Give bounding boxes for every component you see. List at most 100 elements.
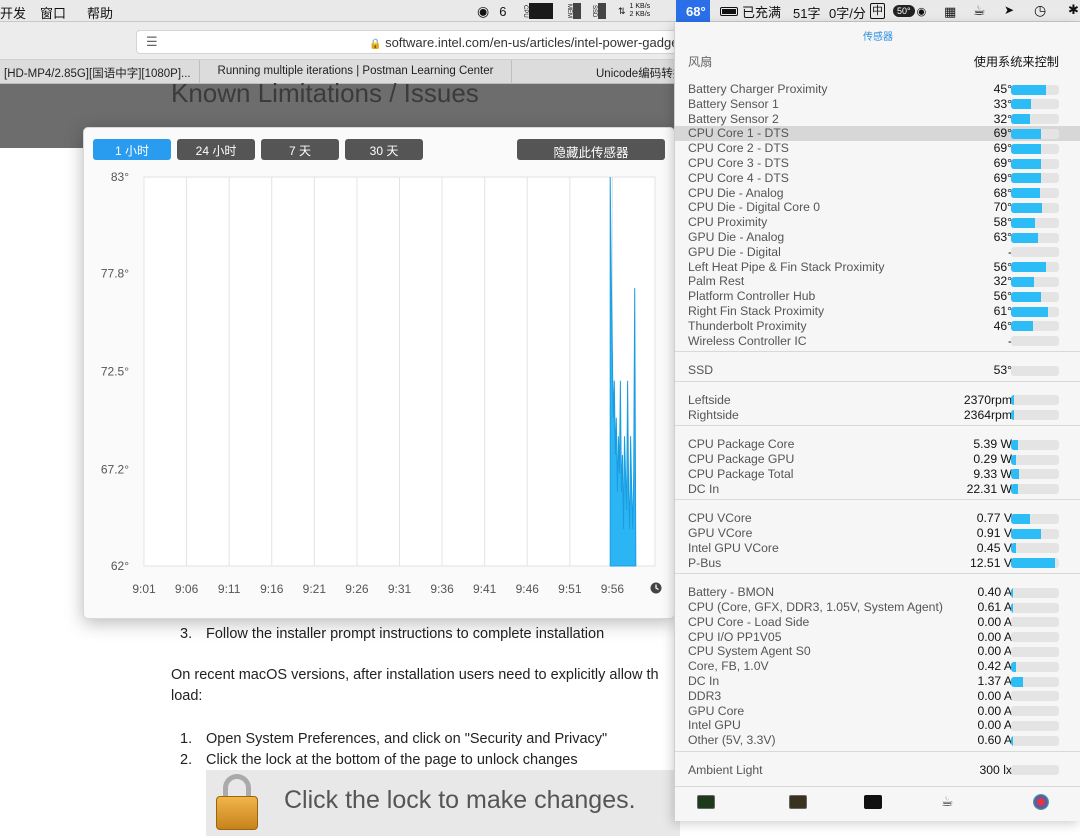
sensor-row-core-fb-1-0v[interactable]: Core, FB, 1.0V 0.42 A xyxy=(675,659,1080,674)
browser-toolbar: ☰ 🔒 software.intel.com/en-us/articles/in… xyxy=(0,22,680,60)
grid-icon[interactable]: ▦ xyxy=(944,4,956,20)
range-24h-button[interactable]: 24 小时 xyxy=(177,139,255,160)
sensor-name: DC In xyxy=(688,481,720,496)
coffee-dock-icon[interactable]: ☕ xyxy=(941,793,954,810)
sensor-row-cpu-i-o-pp1v05[interactable]: CPU I/O PP1V05 0.00 A xyxy=(675,630,1080,645)
sensor-row-gpu-die-digital[interactable]: GPU Die - Digital - xyxy=(675,245,1080,260)
section-divider xyxy=(675,751,1080,752)
hide-sensor-button[interactable]: 隐藏此传感器 xyxy=(517,139,665,160)
sensor-level-fill xyxy=(1011,543,1016,554)
pill-status[interactable]: 50° ◉ xyxy=(893,0,926,22)
sensor-row-leftside[interactable]: Leftside 2370rpm xyxy=(675,393,1080,408)
temp-menubar[interactable]: 68° xyxy=(676,0,710,22)
sensor-row-other-5v-3-3v[interactable]: Other (5V, 3.3V) 0.60 A xyxy=(675,733,1080,748)
timemachine-icon[interactable]: ◷ xyxy=(1034,2,1046,19)
terminal-icon[interactable] xyxy=(864,795,882,809)
fan-control-select[interactable]: 使用系统来控制 xyxy=(974,52,1059,70)
menu-window[interactable]: 窗口 xyxy=(40,3,66,22)
sensor-row-p-bus[interactable]: P-Bus 12.51 V xyxy=(675,556,1080,571)
sensor-row-cpu-core-load-side[interactable]: CPU Core - Load Side 0.00 A xyxy=(675,615,1080,630)
sensor-value: 0.91 V xyxy=(976,526,1012,540)
sensor-row-right-fin-stack-proximity[interactable]: Right Fin Stack Proximity 61° xyxy=(675,304,1080,319)
sensor-name: P-Bus xyxy=(688,555,722,570)
ssd-monitor[interactable]: SSD xyxy=(591,0,606,22)
sensor-row-ssd[interactable]: SSD 53° xyxy=(675,363,1080,378)
sensor-value: 56° xyxy=(993,259,1012,274)
word-count[interactable]: 51字 xyxy=(793,3,820,22)
sensor-row-cpu-proximity[interactable]: CPU Proximity 58° xyxy=(675,215,1080,230)
sensor-row-intel-gpu[interactable]: Intel GPU 0.00 A xyxy=(675,718,1080,733)
sensor-row-gpu-die-analog[interactable]: GPU Die - Analog 63° xyxy=(675,230,1080,245)
sensor-row-ambient-light[interactable]: Ambient Light 300 lx xyxy=(675,763,1080,778)
reader-icon[interactable]: ☰ xyxy=(146,34,158,50)
sensor-value: 33° xyxy=(993,96,1012,111)
sensor-row-left-heat-pipe-fin-stack-proximity[interactable]: Left Heat Pipe & Fin Stack Proximity 56° xyxy=(675,260,1080,275)
sensor-level-fill xyxy=(1011,173,1041,184)
sensor-name: CPU Core 4 - DTS xyxy=(688,170,789,185)
range-24h-label: 24 小时 xyxy=(195,144,237,158)
mem-monitor[interactable]: MEM xyxy=(566,0,581,22)
activity-monitor-icon[interactable] xyxy=(697,795,715,809)
sensor-name: DDR3 xyxy=(688,688,722,703)
sensor-row-battery-bmon[interactable]: Battery - BMON 0.40 A xyxy=(675,585,1080,600)
cpu-graph xyxy=(529,3,553,19)
tab-unicode[interactable]: Unicode编码转换 xyxy=(512,60,680,84)
sensor-level-fill xyxy=(1011,602,1013,613)
sensor-row-cpu-die-analog[interactable]: CPU Die - Analog 68° xyxy=(675,186,1080,201)
sensor-row-palm-rest[interactable]: Palm Rest 32° xyxy=(675,274,1080,289)
sensor-row-cpu-core-2-dts[interactable]: CPU Core 2 - DTS 69° xyxy=(675,141,1080,156)
coffee-icon[interactable]: ☕ xyxy=(973,2,986,19)
disk-utility-icon[interactable] xyxy=(1033,794,1049,810)
sensor-value: 61° xyxy=(993,304,1012,318)
address-bar[interactable]: ☰ 🔒 software.intel.com/en-us/articles/in… xyxy=(136,30,680,54)
sensor-row-cpu-package-total[interactable]: CPU Package Total 9.33 W xyxy=(675,467,1080,482)
sensor-row-battery-sensor-2[interactable]: Battery Sensor 2 32° xyxy=(675,112,1080,127)
sensor-level-bar xyxy=(1011,202,1059,213)
sensor-level-fill xyxy=(1011,469,1019,480)
sensor-name: CPU Core 2 - DTS xyxy=(688,141,789,156)
sensor-value: 9.33 W xyxy=(973,466,1012,481)
sensor-row-ddr3[interactable]: DDR3 0.00 A xyxy=(675,689,1080,704)
wechat-status[interactable]: ◉ 6 xyxy=(477,0,506,22)
sensor-row-thunderbolt-proximity[interactable]: Thunderbolt Proximity 46° xyxy=(675,319,1080,334)
net-monitor[interactable]: ⇅ 1 KB/s 2 KB/s xyxy=(618,0,650,22)
tab-video[interactable]: [HD-MP4/2.85G][国语中字][1080P]... xyxy=(0,60,200,84)
battery-status[interactable]: 已充满 xyxy=(720,0,781,22)
sensor-row-cpu-core-1-dts[interactable]: CPU Core 1 - DTS 69° xyxy=(675,126,1080,142)
range-30d-button[interactable]: 30 天 xyxy=(345,139,423,160)
sensor-row-cpu-system-agent-s0[interactable]: CPU System Agent S0 0.00 A xyxy=(675,644,1080,659)
sensor-row-wireless-controller-ic[interactable]: Wireless Controller IC - xyxy=(675,334,1080,349)
range-7d-button[interactable]: 7 天 xyxy=(261,139,339,160)
sensor-row-cpu-package-core[interactable]: CPU Package Core 5.39 W xyxy=(675,437,1080,452)
sensor-name: GPU VCore xyxy=(688,526,753,540)
cpu-monitor[interactable]: CPU xyxy=(522,0,553,22)
range-1h-button[interactable]: 1 小时 xyxy=(93,139,171,160)
location-icon[interactable]: ➤ xyxy=(1004,3,1014,17)
sensor-level-bar xyxy=(1011,291,1059,302)
sensor-row-platform-controller-hub[interactable]: Platform Controller Hub 56° xyxy=(675,289,1080,304)
sensor-row-dc-in[interactable]: DC In 22.31 W xyxy=(675,482,1080,497)
sensor-row-cpu-core-3-dts[interactable]: CPU Core 3 - DTS 69° xyxy=(675,156,1080,171)
sensor-row-intel-gpu-vcore[interactable]: Intel GPU VCore 0.45 V xyxy=(675,541,1080,556)
sensor-name: Leftside xyxy=(688,392,731,407)
sensor-row-dc-in[interactable]: DC In 1.37 A xyxy=(675,674,1080,689)
sensor-row-cpu-vcore[interactable]: CPU VCore 0.77 V xyxy=(675,511,1080,526)
sensor-row-battery-charger-proximity[interactable]: Battery Charger Proximity 45° xyxy=(675,82,1080,97)
console-icon[interactable] xyxy=(789,795,807,809)
sensor-row-gpu-core[interactable]: GPU Core 0.00 A xyxy=(675,704,1080,719)
sensor-level-bar xyxy=(1011,558,1059,569)
sensor-row-cpu-core-gfx-ddr3-1-05v-system-agent[interactable]: CPU (Core, GFX, DDR3, 1.05V, System Agen… xyxy=(675,600,1080,615)
sensor-row-gpu-vcore[interactable]: GPU VCore 0.91 V xyxy=(675,526,1080,541)
sensor-value: 0.00 A xyxy=(977,703,1012,718)
sensor-row-rightside[interactable]: Rightside 2364rpm xyxy=(675,408,1080,423)
bluetooth-icon[interactable]: ✱ xyxy=(1068,2,1079,18)
ime-indicator[interactable]: 中 xyxy=(870,3,885,19)
sensor-level-fill xyxy=(1011,454,1016,465)
sensor-row-battery-sensor-1[interactable]: Battery Sensor 1 33° xyxy=(675,97,1080,112)
sensor-row-cpu-core-4-dts[interactable]: CPU Core 4 - DTS 69° xyxy=(675,171,1080,186)
menu-develop[interactable]: 开发 xyxy=(0,3,26,22)
typing-speed[interactable]: 0字/分 xyxy=(829,3,866,22)
sensor-row-cpu-package-gpu[interactable]: CPU Package GPU 0.29 W xyxy=(675,452,1080,467)
sensor-row-cpu-die-digital-core-0[interactable]: CPU Die - Digital Core 0 70° xyxy=(675,200,1080,215)
menu-help[interactable]: 帮助 xyxy=(87,3,113,22)
